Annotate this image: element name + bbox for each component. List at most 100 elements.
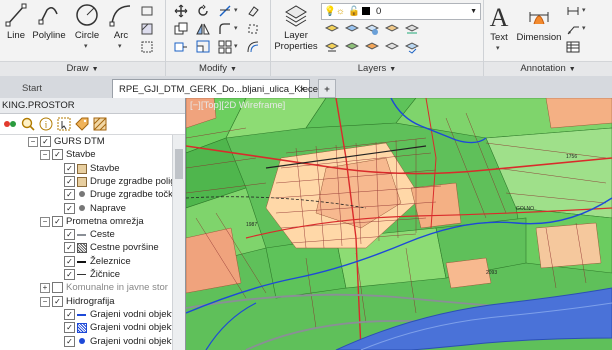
panel-toolbar: i bbox=[0, 114, 185, 135]
tree-expander-icon[interactable]: + bbox=[40, 283, 50, 294]
layer-off-icon[interactable] bbox=[345, 22, 359, 36]
layer-checkbox[interactable]: ✓ bbox=[64, 189, 75, 201]
region-icon[interactable] bbox=[140, 40, 154, 54]
copy-icon[interactable] bbox=[174, 22, 188, 36]
tab-start[interactable]: Start bbox=[16, 79, 48, 98]
layers-toggle-icon[interactable] bbox=[3, 117, 17, 131]
layer-current-icon[interactable] bbox=[405, 40, 419, 54]
tree-item[interactable]: ✓ Grajeni vodni objekti bbox=[0, 335, 176, 348]
text-icon: A bbox=[490, 3, 509, 30]
annotation-panel-title[interactable]: Annotation ▼ bbox=[484, 61, 612, 76]
tree-item[interactable]: − ✓ Hidrografija bbox=[0, 295, 172, 308]
new-tab-button[interactable]: + bbox=[318, 79, 336, 98]
layer-checkbox[interactable]: ✓ bbox=[52, 215, 63, 227]
table-icon[interactable] bbox=[566, 40, 580, 54]
lightbulb-icon: 💡 bbox=[324, 6, 336, 17]
tree-item[interactable]: + Komunalne in javne stor bbox=[0, 281, 172, 294]
layer-checkbox[interactable] bbox=[52, 282, 63, 294]
draw-panel-title[interactable]: Draw ▼ bbox=[0, 61, 165, 76]
tree-item[interactable]: − ✓ Prometna omrežja bbox=[0, 215, 172, 228]
layer-checkbox[interactable]: ✓ bbox=[64, 255, 75, 267]
layer-checkbox[interactable]: ✓ bbox=[64, 162, 75, 174]
layer-checkbox[interactable]: ✓ bbox=[52, 149, 63, 161]
layer-properties-icon bbox=[285, 5, 307, 27]
viewport-label[interactable]: [−][Top][2D Wireframe] bbox=[190, 100, 285, 111]
scale-icon[interactable] bbox=[196, 40, 210, 54]
fillet-icon[interactable] bbox=[218, 22, 232, 36]
info-icon[interactable]: i bbox=[39, 117, 53, 131]
dimension-tool-button[interactable]: Dimension bbox=[516, 2, 562, 43]
draw-panel: Line Polyline Circle ▾ Arc ▾ Draw ▼ bbox=[0, 0, 166, 76]
tree-item[interactable]: ✓ Ceste bbox=[0, 228, 172, 241]
layer-checkbox[interactable]: ✓ bbox=[64, 308, 75, 320]
line-tool-button[interactable]: Line bbox=[4, 2, 28, 41]
tree-expander-icon[interactable]: − bbox=[40, 150, 50, 161]
layer-checkbox[interactable]: ✓ bbox=[64, 229, 75, 241]
tab-drawing[interactable]: RPE_GJI_DTM_GERK_Do...bljani_ulica_Klece… bbox=[112, 79, 322, 99]
polyline-tool-button[interactable]: Polyline bbox=[32, 2, 66, 41]
tree-expander-icon[interactable]: − bbox=[40, 216, 50, 227]
layer-checkbox[interactable]: ✓ bbox=[40, 136, 51, 147]
tag-icon[interactable] bbox=[75, 117, 89, 131]
array-icon[interactable] bbox=[218, 40, 232, 54]
layer-unlock-icon[interactable] bbox=[385, 40, 399, 54]
tree-item[interactable]: ✓ Druge zgradbe polig bbox=[0, 175, 176, 188]
layer-checkbox[interactable]: ✓ bbox=[64, 269, 75, 280]
mirror-icon[interactable] bbox=[196, 22, 210, 36]
layer-checkbox[interactable]: ✓ bbox=[64, 242, 75, 254]
drawing-canvas[interactable]: GOLNO 2093 1987 1756 [−][Top][2D Wirefra… bbox=[186, 98, 612, 350]
layer-match-icon[interactable] bbox=[405, 22, 419, 36]
layer-thaw-icon[interactable] bbox=[365, 40, 379, 54]
panel-scrollbar[interactable] bbox=[172, 135, 185, 350]
layer-on-icon[interactable] bbox=[345, 40, 359, 54]
tree-item[interactable]: − ✓ GURS DTM bbox=[0, 135, 172, 148]
layers-panel-title[interactable]: Layers ▼ bbox=[271, 61, 483, 76]
layer-checkbox[interactable]: ✓ bbox=[64, 322, 75, 334]
tree-item[interactable]: ✓ Druge zgradbe točke bbox=[0, 188, 178, 201]
arc-tool-button[interactable]: Arc ▾ bbox=[108, 2, 134, 50]
trim-icon[interactable] bbox=[218, 4, 232, 18]
arc-icon bbox=[109, 5, 131, 27]
move-icon[interactable] bbox=[174, 4, 188, 18]
layer-checkbox[interactable]: ✓ bbox=[64, 175, 75, 187]
linear-dim-icon[interactable] bbox=[566, 4, 580, 18]
erase-icon[interactable] bbox=[246, 4, 260, 18]
layer-checkbox[interactable]: ✓ bbox=[64, 335, 75, 347]
ribbon: Line Polyline Circle ▾ Arc ▾ Draw ▼ ▾ ▾ … bbox=[0, 0, 612, 77]
tree-item-label: Druge zgradbe polig bbox=[90, 175, 176, 187]
hatch-icon[interactable] bbox=[140, 22, 154, 36]
tree-item[interactable]: ✓ Naprave bbox=[0, 202, 172, 215]
tree-expander-icon[interactable]: − bbox=[28, 137, 38, 147]
text-tool-button[interactable]: A Text ▾ bbox=[486, 2, 512, 52]
svg-text:1756: 1756 bbox=[566, 154, 577, 160]
tree-expander-icon[interactable]: − bbox=[40, 296, 50, 307]
rectangle-icon[interactable] bbox=[140, 4, 154, 18]
hatch-pattern-icon[interactable] bbox=[93, 117, 107, 131]
close-icon[interactable]: × bbox=[299, 80, 305, 99]
layer-isolate-icon[interactable] bbox=[325, 22, 339, 36]
tree-item[interactable]: − ✓ Stavbe bbox=[0, 148, 172, 161]
layer-freeze-icon[interactable] bbox=[365, 22, 379, 36]
scrollbar-thumb[interactable] bbox=[175, 149, 183, 179]
tree-item[interactable]: ✓ Grajeni vodni objekti bbox=[0, 308, 176, 321]
tree-item[interactable]: ✓ Grajeni vodni objekti bbox=[0, 321, 176, 334]
tree-item[interactable]: ✓ Cestne površine bbox=[0, 241, 172, 254]
layer-properties-button[interactable]: Layer Properties bbox=[273, 2, 319, 52]
stretch-icon[interactable] bbox=[174, 40, 188, 54]
explode-icon[interactable] bbox=[246, 22, 260, 36]
layer-dropdown[interactable]: 💡 ☼ 🔓 0 ▼ bbox=[321, 3, 481, 20]
rotate-icon[interactable] bbox=[196, 4, 210, 18]
select-icon[interactable] bbox=[57, 117, 71, 131]
offset-icon[interactable] bbox=[246, 40, 260, 54]
layer-checkbox[interactable]: ✓ bbox=[64, 202, 75, 214]
layer-lock-icon[interactable] bbox=[385, 22, 399, 36]
layer-checkbox[interactable]: ✓ bbox=[52, 295, 63, 307]
zoom-icon[interactable] bbox=[21, 117, 35, 131]
modify-panel-title[interactable]: Modify ▼ bbox=[166, 61, 270, 76]
leader-icon[interactable] bbox=[566, 22, 580, 36]
tree-item[interactable]: ✓ Stavbe bbox=[0, 162, 172, 175]
tree-item[interactable]: ✓ Železnice bbox=[0, 255, 172, 268]
layer-unisolate-icon[interactable] bbox=[325, 40, 339, 54]
tree-item[interactable]: ✓ Žičnice bbox=[0, 268, 172, 281]
circle-tool-button[interactable]: Circle ▾ bbox=[74, 2, 100, 50]
